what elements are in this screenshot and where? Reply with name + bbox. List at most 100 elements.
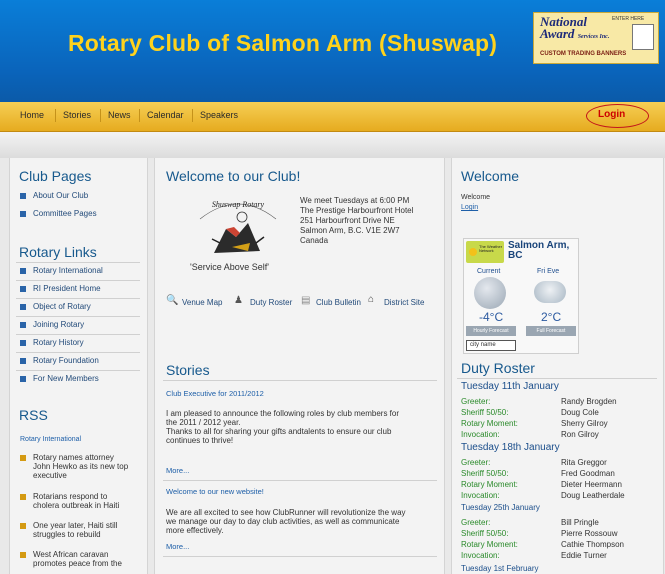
roster-member: Rita Greggor [561, 458, 607, 467]
weather-network-text: The Weather Network [479, 244, 503, 253]
club-pages-heading: Club Pages [19, 168, 92, 184]
club-page-link-about[interactable]: About Our Club [33, 191, 88, 200]
sun-icon [469, 248, 477, 256]
rotary-links-heading: Rotary Links [19, 244, 97, 260]
story-more-link-1[interactable]: More... [166, 466, 189, 475]
club-page-link-committee[interactable]: Committee Pages [33, 209, 97, 218]
rotary-link-foundation[interactable]: Rotary Foundation [33, 356, 99, 365]
duty-roster-icon: ♟ [234, 295, 243, 306]
full-forecast-button[interactable]: Full Forecast [526, 326, 576, 336]
story-title-1[interactable]: Club Executive for 2011/2012 [166, 389, 264, 398]
badge-brand: National Award Services Inc. [540, 14, 610, 41]
roster-member: Sherry Gilroy [561, 419, 608, 428]
divider [16, 370, 140, 371]
duty-roster-link[interactable]: Duty Roster [250, 298, 292, 307]
roster-role: Invocation: [461, 491, 500, 500]
roster-role: Invocation: [461, 430, 500, 439]
bullet-icon [20, 268, 26, 274]
cloudy-icon [474, 277, 506, 309]
roster-member: Doug Leatherdale [561, 491, 625, 500]
divider [16, 298, 140, 299]
bullet-icon [20, 340, 26, 346]
left-sidebar [9, 158, 148, 574]
district-site-link[interactable]: District Site [384, 298, 424, 307]
meeting-info: We meet Tuesdays at 6:00 PM The Prestige … [300, 196, 414, 245]
nav-login[interactable]: Login [598, 109, 625, 120]
venue-map-link[interactable]: Venue Map [182, 298, 222, 307]
roster-date: Tuesday 1st February [461, 564, 539, 573]
roster-member: Bill Pringle [561, 518, 599, 527]
rss-bullet-icon [20, 455, 26, 461]
rss-bullet-icon [20, 494, 26, 500]
nav-separator [192, 109, 193, 122]
rss-heading: RSS [19, 407, 48, 423]
shuswap-rotary-logo: Shuswap Rotary [199, 200, 277, 253]
nav-stories[interactable]: Stories [63, 110, 91, 120]
story-more-link-2[interactable]: More... [166, 542, 189, 551]
roster-member: Randy Brogden [561, 397, 617, 406]
national-award-banner-ad[interactable]: National Award Services Inc. ENTER HERE C… [533, 12, 659, 64]
rotary-link-object[interactable]: Object of Rotary [33, 302, 91, 311]
bullet-icon [20, 322, 26, 328]
roster-member: Dieter Heermann [561, 480, 622, 489]
roster-role: Greeter: [461, 518, 491, 527]
roster-member: Eddie Turner [561, 551, 607, 560]
roster-date: Tuesday 25th January [461, 503, 540, 512]
roster-member: Ron Gilroy [561, 430, 599, 439]
rss-item-4[interactable]: West African caravan promotes peace from … [33, 550, 122, 568]
roster-member: Fred Goodman [561, 469, 615, 478]
nav-home[interactable]: Home [20, 110, 44, 120]
rss-item-3[interactable]: One year later, Haiti still struggles to … [33, 521, 117, 539]
home-icon: ⌂ [368, 294, 375, 305]
rotary-link-history[interactable]: Rotary History [33, 338, 84, 347]
rss-item-2[interactable]: Rotarians respond to cholera outbreak in … [33, 492, 119, 510]
bullet-icon [20, 304, 26, 310]
rotary-banner-icon [632, 24, 654, 50]
side-login-link[interactable]: Login [461, 204, 478, 211]
nav-calendar[interactable]: Calendar [147, 110, 184, 120]
divider [457, 378, 657, 379]
rotary-link-new-members[interactable]: For New Members [33, 374, 99, 383]
roster-role: Invocation: [461, 551, 500, 560]
snow-cloud-icon [534, 281, 566, 303]
stories-heading: Stories [166, 362, 210, 378]
badge-enter: ENTER HERE [612, 16, 645, 22]
story-title-2[interactable]: Welcome to our new website! [166, 487, 264, 496]
roster-role: Rotary Moment: [461, 480, 518, 489]
bulletin-icon: ▤ [301, 295, 311, 306]
main-nav: Home Stories News Calendar Speakers [0, 102, 665, 132]
rss-source-link[interactable]: Rotary International [20, 436, 81, 443]
city-name-input[interactable]: city name [466, 340, 516, 351]
divider [163, 380, 437, 381]
nav-speakers[interactable]: Speakers [200, 110, 238, 120]
venue-map-icon: 🔍 [166, 295, 179, 306]
rotary-link-international[interactable]: Rotary International [33, 266, 103, 275]
club-bulletin-link[interactable]: Club Bulletin [316, 298, 361, 307]
nav-separator [100, 109, 101, 122]
roster-role: Sheriff 50/50: [461, 469, 509, 478]
weather-province: BC [508, 250, 523, 261]
divider [16, 352, 140, 353]
nav-separator [55, 109, 56, 122]
divider [16, 262, 140, 263]
rotary-link-president[interactable]: RI President Home [33, 284, 101, 293]
club-motto: 'Service Above Self' [190, 262, 269, 272]
current-temp: -4°C [479, 310, 504, 324]
rss-item-1[interactable]: Rotary names attorney John Hewko as its n… [33, 453, 128, 480]
hourly-forecast-button[interactable]: Hourly Forecast [466, 326, 516, 336]
bullet-icon [20, 358, 26, 364]
roster-role: Greeter: [461, 397, 491, 406]
divider [16, 316, 140, 317]
weather-current-label: Current [477, 268, 501, 275]
rss-bullet-icon [20, 552, 26, 558]
rotary-link-joining[interactable]: Joining Rotary [33, 320, 84, 329]
nav-news[interactable]: News [108, 110, 131, 120]
content-top-strip [0, 132, 665, 158]
bullet-icon [20, 286, 26, 292]
divider [16, 280, 140, 281]
roster-member: Cathie Thompson [561, 540, 624, 549]
roster-role: Sheriff 50/50: [461, 408, 509, 417]
fri-temp: 2°C [541, 310, 562, 324]
welcome-side-heading: Welcome [461, 168, 520, 184]
rss-bullet-icon [20, 523, 26, 529]
